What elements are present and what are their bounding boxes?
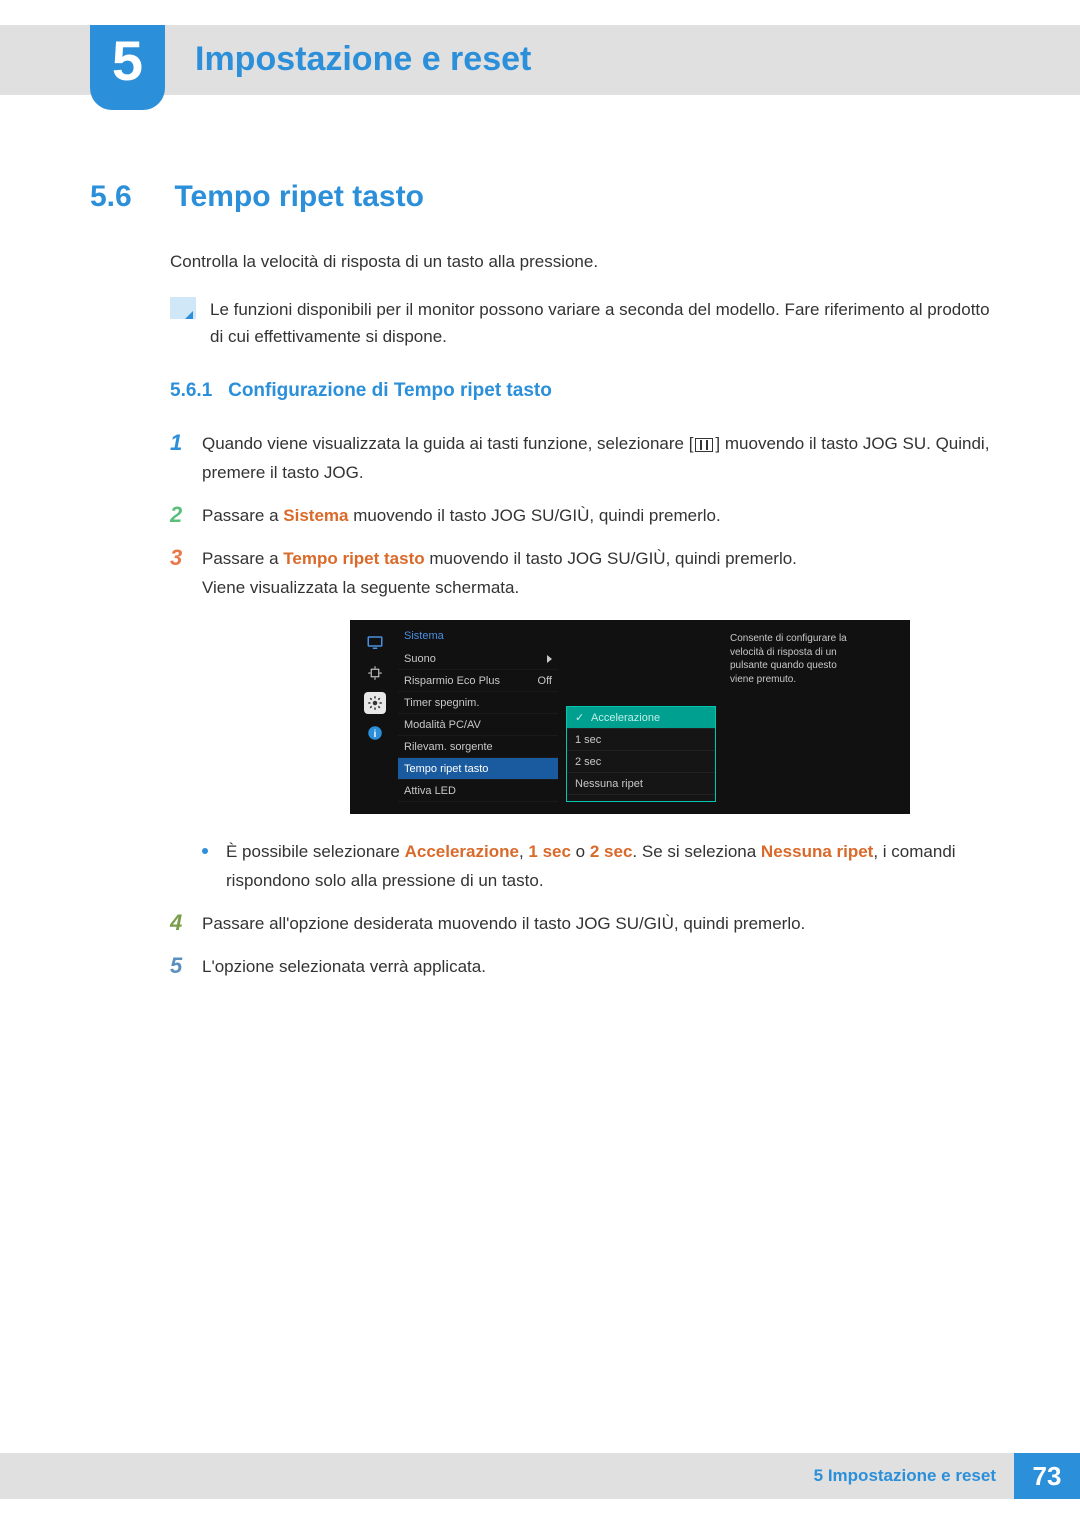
note-text: Le funzioni disponibili per il monitor p… — [210, 297, 1000, 350]
emphasis: Tempo ripet tasto — [283, 549, 424, 568]
monitor-icon — [364, 632, 386, 654]
step-number: 5 — [170, 953, 202, 979]
text-fragment: È possibile selezionare — [226, 842, 405, 861]
gear-icon — [364, 692, 386, 714]
footer-strip: 5 Impostazione e reset 73 — [0, 1453, 1080, 1499]
osd-sub-accel: ✓ Accelerazione — [567, 707, 715, 729]
text-fragment: muovendo il tasto JOG SU/GIÙ, quindi pre… — [348, 506, 720, 525]
osd-sub-norepeat: Nessuna ripet — [567, 773, 715, 795]
subsection-heading: 5.6.1 Configurazione di Tempo ripet tast… — [170, 380, 1010, 402]
step-text: Quando viene visualizzata la guida ai ta… — [202, 430, 1010, 488]
text-fragment: Quando viene visualizzata la guida ai ta… — [202, 434, 693, 453]
osd-sub-label: 2 sec — [575, 756, 601, 768]
resize-icon — [364, 662, 386, 684]
text-fragment: Passare a — [202, 549, 283, 568]
footer-page-number: 73 — [1014, 1453, 1080, 1499]
osd-sub-2sec: 2 sec — [567, 751, 715, 773]
step-5: 5 L'opzione selezionata verrà applicata. — [170, 953, 1010, 982]
osd-menu-title: Sistema — [398, 628, 558, 648]
step-number: 4 — [170, 910, 202, 936]
section-title: Tempo ripet tasto — [174, 180, 423, 213]
osd-item-label: Modalità PC/AV — [404, 719, 481, 731]
bullet-icon — [202, 848, 208, 854]
step-text: Passare a Tempo ripet tasto muovendo il … — [202, 545, 1010, 603]
check-icon: ✓ — [575, 711, 585, 724]
text-fragment: Viene visualizzata la seguente schermata… — [202, 578, 519, 597]
steps-list: 1 Quando viene visualizzata la guida ai … — [170, 430, 1010, 982]
emphasis: 2 sec — [590, 842, 633, 861]
step-text: Passare a Sistema muovendo il tasto JOG … — [202, 502, 1010, 531]
bullet-text: È possibile selezionare Accelerazione, 1… — [226, 838, 1010, 896]
step-number: 1 — [170, 430, 202, 456]
step-1: 1 Quando viene visualizzata la guida ai … — [170, 430, 1010, 488]
osd-item-timer: Timer spegnim. — [398, 692, 558, 714]
menu-icon — [695, 438, 713, 452]
section-intro: Controlla la velocità di risposta di un … — [170, 249, 1010, 275]
text-fragment: , — [519, 842, 528, 861]
osd-sub-label: Nessuna ripet — [575, 778, 643, 790]
osd-item-eco: Risparmio Eco Plus Off — [398, 670, 558, 692]
section-number: 5.6 — [90, 180, 170, 214]
osd-item-suono: Suono — [398, 648, 558, 670]
note-icon — [170, 297, 196, 319]
step-3: 3 Passare a Tempo ripet tasto muovendo i… — [170, 545, 1010, 603]
step-4: 4 Passare all'opzione desiderata muovend… — [170, 910, 1010, 939]
osd-menu-list: Sistema Suono Risparmio Eco Plus Off Time… — [398, 628, 558, 802]
emphasis: 1 sec — [528, 842, 571, 861]
section-body: 5.6 Tempo ripet tasto Controlla la veloc… — [90, 180, 1010, 996]
osd-item-label: Attiva LED — [404, 785, 456, 797]
osd-submenu: ✓ Accelerazione 1 sec 2 sec Nessuna ripet — [566, 706, 716, 802]
subsection-title: Configurazione di Tempo ripet tasto — [228, 380, 552, 401]
step-2: 2 Passare a Sistema muovendo il tasto JO… — [170, 502, 1010, 531]
text-fragment: o — [571, 842, 590, 861]
note-block: Le funzioni disponibili per il monitor p… — [170, 297, 1010, 350]
step-text: Passare all'opzione desiderata muovendo … — [202, 910, 1010, 939]
osd-description: Consente di configurare la velocità di r… — [724, 628, 854, 802]
osd-item-label: Risparmio Eco Plus — [404, 675, 500, 687]
osd-panel: i Sistema Suono Risparmio Eco Plus Off Ti… — [350, 620, 910, 814]
step-number: 2 — [170, 502, 202, 528]
osd-item-label: Rilevam. sorgente — [404, 741, 493, 753]
subsection-number: 5.6.1 — [170, 380, 212, 401]
step-number: 3 — [170, 545, 202, 571]
emphasis: Accelerazione — [405, 842, 519, 861]
osd-screenshot: i Sistema Suono Risparmio Eco Plus Off Ti… — [250, 620, 1010, 814]
svg-text:i: i — [374, 729, 377, 740]
osd-icon-column: i — [360, 628, 390, 802]
bullet-note: È possibile selezionare Accelerazione, 1… — [202, 838, 1010, 896]
chevron-right-icon — [547, 655, 552, 663]
osd-item-label: Suono — [404, 653, 436, 665]
osd-item-pcav: Modalità PC/AV — [398, 714, 558, 736]
section-heading: 5.6 Tempo ripet tasto — [90, 180, 1010, 214]
osd-sub-1sec: 1 sec — [567, 729, 715, 751]
emphasis: Sistema — [283, 506, 348, 525]
chapter-number-badge: 5 — [90, 25, 165, 110]
footer-label: 5 Impostazione e reset — [814, 1466, 1014, 1486]
osd-sub-label: Accelerazione — [591, 712, 660, 724]
osd-item-source: Rilevam. sorgente — [398, 736, 558, 758]
info-icon: i — [364, 722, 386, 744]
osd-item-value: Off — [538, 675, 552, 687]
osd-item-label: Timer spegnim. — [404, 697, 479, 709]
text-fragment: . Se si seleziona — [632, 842, 761, 861]
osd-item-label: Tempo ripet tasto — [404, 763, 488, 775]
chapter-title: Impostazione e reset — [195, 40, 531, 79]
osd-item-led: Attiva LED — [398, 780, 558, 802]
text-fragment: Passare a — [202, 506, 283, 525]
osd-item-keyrepeat: Tempo ripet tasto — [398, 758, 558, 780]
text-fragment: muovendo il tasto JOG SU/GIÙ, quindi pre… — [425, 549, 797, 568]
osd-sub-label: 1 sec — [575, 734, 601, 746]
step-text: L'opzione selezionata verrà applicata. — [202, 953, 1010, 982]
emphasis: Nessuna ripet — [761, 842, 873, 861]
